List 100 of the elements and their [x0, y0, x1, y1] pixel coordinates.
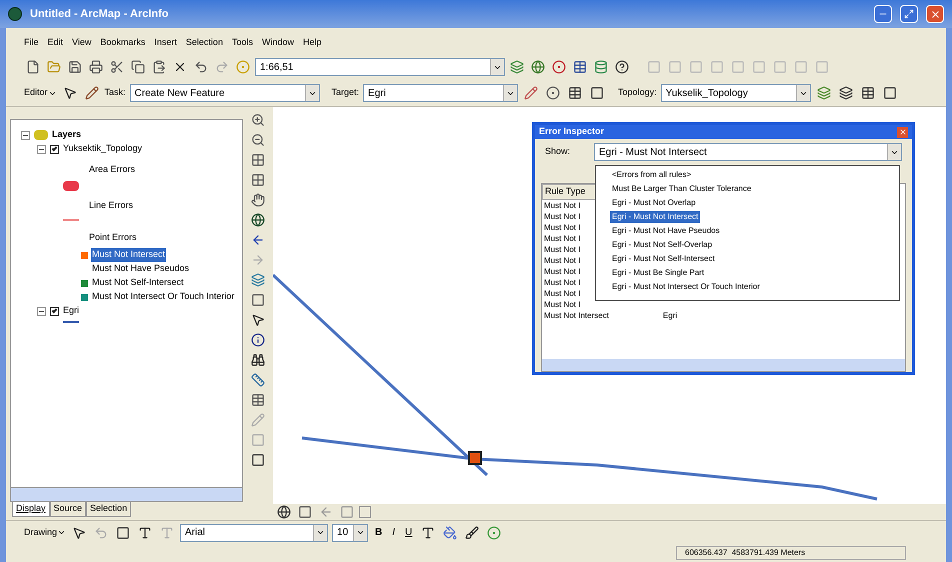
table-cell-text: Must Not I	[543, 244, 582, 254]
topology-field[interactable]: Yukselik_Topology	[660, 84, 811, 102]
square-icon[interactable]	[249, 451, 267, 469]
menu-item[interactable]: Tools	[232, 36, 253, 50]
layer-checkbox[interactable]	[50, 144, 59, 154]
close-button[interactable]	[926, 5, 944, 23]
grid-icon[interactable]	[249, 151, 267, 169]
copy-icon[interactable]	[129, 58, 147, 76]
collapse-icon[interactable]	[21, 130, 30, 140]
caret-icon[interactable]	[57, 528, 66, 537]
horizontal-scrollbar[interactable]	[542, 359, 905, 371]
toc-root: Layers	[52, 128, 82, 142]
menu-item[interactable]: Edit	[48, 36, 64, 50]
show-field[interactable]: Egri - Must Not Intersect	[594, 143, 902, 161]
italic-button[interactable]: I	[389, 525, 398, 540]
legend-item[interactable]: Must Not Self-Intersect	[91, 276, 185, 290]
menu-item[interactable]: Window	[262, 36, 294, 50]
maximize-icon[interactable]	[904, 9, 914, 19]
print-icon[interactable]	[87, 58, 105, 76]
help-icon[interactable]	[613, 58, 631, 76]
table-cell-text: Must Not I	[543, 266, 582, 276]
dropdown-option[interactable]: Egri - Must Not Have Pseudos	[610, 225, 722, 237]
window-title: Untitled - ArcMap - ArcInfo	[30, 6, 170, 22]
bold-button[interactable]: B	[372, 525, 386, 540]
globe-icon[interactable]	[275, 503, 293, 521]
toc-tab[interactable]: Selection	[86, 502, 132, 516]
dropdown-option[interactable]: <Errors from all rules>	[610, 169, 694, 181]
toc-tab[interactable]: Source	[50, 502, 86, 516]
table-cell-text: Must Not I	[543, 210, 582, 222]
underline-button[interactable]: U	[402, 525, 416, 540]
error-marker	[468, 451, 482, 465]
save-icon[interactable]	[66, 58, 84, 76]
coordinates-readout: 606356.437 4583791.439 Meters	[676, 546, 906, 560]
font-field[interactable]: Arial	[180, 524, 328, 542]
dropdown-option[interactable]: Egri - Must Not Overlap	[610, 197, 698, 209]
globe-icon[interactable]	[249, 211, 267, 229]
layer-name[interactable]: Egri	[63, 304, 80, 318]
table-cell-text: Must Not I	[543, 200, 582, 210]
layer-checkbox[interactable]	[50, 306, 59, 316]
legend-heading: Area Errors	[89, 164, 136, 174]
topology-label: Topology:	[618, 86, 657, 100]
font-size-field[interactable]: 10	[332, 524, 368, 542]
dropdown-option[interactable]: Egri - Must Be Single Part	[610, 267, 706, 279]
menu-item[interactable]: File	[24, 36, 39, 50]
table-cell-text: Must Not I	[543, 288, 582, 298]
target-field[interactable]: Egri	[363, 84, 518, 102]
task-field[interactable]: Create New Feature	[130, 84, 320, 102]
collapse-icon[interactable]	[37, 144, 46, 154]
legend-item[interactable]: Must Not Intersect	[91, 248, 166, 262]
show-label: Show:	[545, 145, 570, 158]
task-label: Task:	[104, 86, 126, 100]
legend-item[interactable]: Must Not Have Pseudos	[91, 262, 190, 276]
binoculars-icon[interactable]	[249, 351, 267, 369]
toc-tab[interactable]: Display	[12, 502, 50, 516]
dropdown-option[interactable]: Egri - Must Not Self-Overlap	[610, 239, 714, 251]
table-cell-text: Must Not I	[543, 232, 582, 244]
ruler-icon[interactable]	[249, 371, 267, 389]
catalog-icon[interactable]	[592, 58, 610, 76]
zoom-out-icon[interactable]	[249, 131, 267, 149]
maximize-button[interactable]	[900, 5, 918, 23]
drawing-menu[interactable]: Drawing	[24, 526, 66, 540]
table-cell-text: Must Not I	[543, 254, 582, 266]
table-cell-text: Must Not Intersect	[543, 310, 610, 320]
legend-heading: Line Errors	[89, 200, 134, 210]
horizontal-scrollbar[interactable]	[10, 488, 243, 502]
grid-icon[interactable]	[249, 171, 267, 189]
legend-heading: Point Errors	[89, 232, 137, 242]
menu-item[interactable]: Selection	[186, 36, 223, 50]
table-cell-text: Must Not I	[543, 298, 582, 310]
layer-name[interactable]: Yuksektik_Topology	[63, 142, 142, 156]
table-cell-text: Must Not I	[543, 276, 582, 288]
menu-item[interactable]: Insert	[154, 36, 177, 50]
circle-icon[interactable]	[544, 84, 562, 102]
dropdown-option[interactable]: Egri - Must Not Intersect	[610, 211, 700, 223]
collapse-icon[interactable]	[37, 306, 46, 316]
dialog-title: Error Inspector	[539, 125, 606, 138]
scale-field[interactable]: 1:66,51	[255, 58, 505, 76]
editor-menu[interactable]: Editor	[24, 86, 57, 100]
table-cell-text: Egri	[662, 310, 678, 320]
menu-item[interactable]: Bookmarks	[100, 36, 146, 50]
minimize-button[interactable]	[874, 5, 892, 23]
menu-item[interactable]: View	[72, 36, 92, 50]
table-icon[interactable]	[249, 391, 267, 409]
hand-icon[interactable]	[249, 191, 267, 209]
dropdown-option[interactable]: Must Be Larger Than Cluster Tolerance	[610, 183, 754, 195]
app-icon	[8, 7, 22, 21]
dropdown-option[interactable]: Egri - Must Not Self-Intersect	[610, 253, 717, 265]
table-cell-text: Must Not I	[543, 222, 582, 232]
square-icon[interactable]	[249, 291, 267, 309]
map-view[interactable]	[273, 107, 946, 504]
pencil-icon[interactable]	[82, 84, 101, 102]
legend-item[interactable]: Must Not Intersect Or Touch Interior	[91, 290, 236, 304]
menu-item[interactable]: Help	[302, 36, 322, 50]
close-icon[interactable]	[930, 8, 940, 20]
info-icon[interactable]	[249, 331, 267, 349]
sketch-icon[interactable]	[522, 84, 540, 102]
target-label: Target:	[332, 86, 360, 100]
fill-color-icon[interactable]	[441, 524, 460, 542]
dropdown-option[interactable]: Egri - Must Not Intersect Or Touch Interior	[610, 281, 762, 293]
zoom-in-icon[interactable]	[249, 111, 267, 129]
